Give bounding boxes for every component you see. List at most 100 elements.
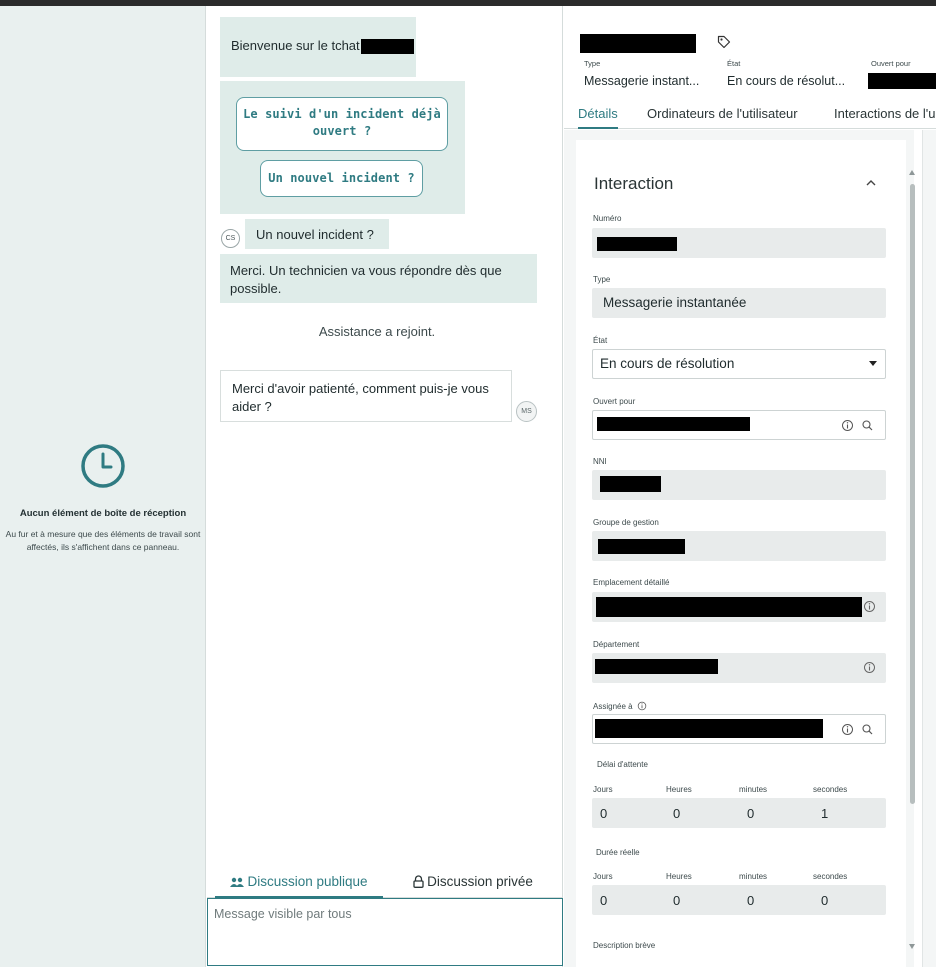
section-title: Interaction (594, 174, 674, 193)
followup-incident-button[interactable]: Le suivi d'un incident déjà ouvert ? (236, 97, 448, 151)
departement-redacted (595, 659, 718, 674)
attente-value-jours: 0 (600, 806, 608, 821)
inbox-empty-description: Au fur et à mesure que des éléments de t… (5, 529, 201, 552)
chevron-up-icon[interactable] (864, 176, 878, 190)
technician-message: Merci. Un technicien va vous répondre dè… (220, 254, 537, 303)
emplacement-field (592, 592, 886, 622)
duree-value-secondes: 0 (821, 893, 829, 908)
numero-field (592, 228, 886, 258)
attente-unit-jours: Jours (593, 785, 613, 794)
attente-values: 0 0 0 1 (592, 798, 886, 828)
nni-redacted (600, 476, 661, 492)
record-tab-bar: Détails Ordinateurs de l'utilisateur Int… (564, 100, 936, 129)
assignee-label: Assignée à (593, 701, 647, 711)
groupe-redacted (598, 539, 685, 554)
inbox-empty-state: Aucun élément de boîte de réception Au f… (0, 443, 206, 554)
chat-tab-bar: Discussion publique Discussion privée (207, 868, 563, 898)
message-input[interactable]: Message visible par tous (207, 898, 563, 966)
etat-label: État (593, 336, 608, 345)
info-icon[interactable] (863, 600, 876, 613)
choice-options-card: Le suivi d'un incident déjà ouvert ? Un … (220, 81, 465, 214)
clock-icon (81, 444, 125, 488)
tab-private-label: Discussion privée (427, 874, 533, 889)
info-icon[interactable] (637, 701, 647, 711)
duree-unit-heures: Heures (666, 872, 692, 881)
numero-label: Numéro (593, 214, 622, 223)
user-avatar: CS (221, 229, 240, 248)
inbox-panel: Aucun élément de boîte de réception Au f… (0, 6, 206, 967)
duree-unit-jours: Jours (593, 872, 613, 881)
system-message: Assistance a rejoint. (318, 324, 436, 339)
header-type-label: Type (584, 59, 601, 68)
duree-value-heures: 0 (673, 893, 681, 908)
tab-user-interactions[interactable]: Interactions de l'u (834, 100, 936, 129)
scroll-down-arrow-icon[interactable] (909, 944, 915, 949)
assignee-label-text: Assignée à (593, 702, 633, 711)
ouvert-pour-redacted (597, 417, 750, 431)
duree-unit-minutes: minutes (739, 872, 768, 881)
tab-details[interactable]: Détails (578, 100, 618, 129)
tag-icon[interactable] (717, 35, 731, 49)
lock-icon (413, 875, 424, 888)
emplacement-label: Emplacement détaillé (593, 578, 670, 587)
welcome-text: Bienvenue sur le tchat (231, 38, 360, 53)
header-state-value: En cours de résolut... (727, 74, 846, 88)
user-reply-message: Un nouvel incident ? (245, 219, 389, 249)
record-panel: Type Messagerie instant... État En cours… (564, 6, 936, 967)
welcome-message: Bienvenue sur le tchat (220, 17, 416, 77)
attente-label: Délai d'attente (597, 760, 648, 769)
duree-label: Durée réelle (596, 848, 640, 857)
etat-select[interactable]: En cours de résolution (592, 349, 886, 379)
chevron-down-icon (869, 361, 877, 366)
attente-unit-heures: Heures (666, 785, 692, 794)
tab-public-label: Discussion publique (247, 874, 368, 889)
chat-panel: Bienvenue sur le tchat Le suivi d'un inc… (207, 6, 563, 967)
type-field: Messagerie instantanée (592, 288, 886, 318)
description-label: Description brève (593, 941, 656, 950)
info-icon[interactable] (863, 661, 876, 674)
groupe-field (592, 531, 886, 561)
redacted-text (360, 39, 414, 55)
departement-label: Département (593, 640, 640, 649)
nni-label: NNI (593, 457, 607, 466)
agent-message: Merci d'avoir patienté, comment puis-je … (220, 370, 512, 422)
attente-value-secondes: 1 (821, 806, 829, 821)
tab-user-computers[interactable]: Ordinateurs de l'utilisateur (647, 100, 798, 129)
duree-values: 0 0 0 0 (592, 885, 886, 915)
header-opened-for-redacted (868, 73, 936, 89)
duree-unit-secondes: secondes (813, 872, 848, 881)
ouvert-pour-field[interactable] (592, 410, 886, 440)
departement-field (592, 653, 886, 683)
agent-avatar: MS (516, 401, 537, 422)
nni-field (592, 470, 886, 500)
etat-value: En cours de résolution (600, 356, 735, 371)
form-scrollbar[interactable] (907, 166, 921, 956)
scrollbar-thumb[interactable] (910, 184, 915, 804)
scroll-up-arrow-icon[interactable] (909, 170, 915, 175)
header-state-label: État (727, 59, 741, 68)
assignee-field[interactable] (592, 714, 886, 744)
record-title-redacted (580, 34, 696, 53)
new-incident-button[interactable]: Un nouvel incident ? (260, 160, 423, 197)
duree-value-minutes: 0 (747, 893, 755, 908)
type-label: Type (593, 275, 611, 284)
tab-public-discussion[interactable]: Discussion publique (215, 868, 383, 898)
tab-private-discussion[interactable]: Discussion privée (389, 868, 557, 898)
users-icon (230, 877, 245, 887)
attente-value-heures: 0 (673, 806, 681, 821)
emplacement-redacted (596, 597, 862, 617)
attente-unit-secondes: secondes (813, 785, 848, 794)
header-type-value: Messagerie instant... (584, 74, 700, 88)
duree-value-jours: 0 (600, 893, 608, 908)
assignee-redacted (595, 719, 823, 738)
info-icon[interactable] (841, 419, 854, 432)
numero-redacted (597, 237, 677, 251)
attente-value-minutes: 0 (747, 806, 755, 821)
adjacent-panel-edge (922, 130, 936, 967)
groupe-label: Groupe de gestion (593, 518, 659, 527)
attente-unit-minutes: minutes (739, 785, 768, 794)
search-icon[interactable] (861, 419, 874, 432)
info-icon[interactable] (841, 723, 854, 736)
inbox-empty-title: Aucun élément de boîte de réception (19, 508, 187, 519)
search-icon[interactable] (861, 723, 874, 736)
